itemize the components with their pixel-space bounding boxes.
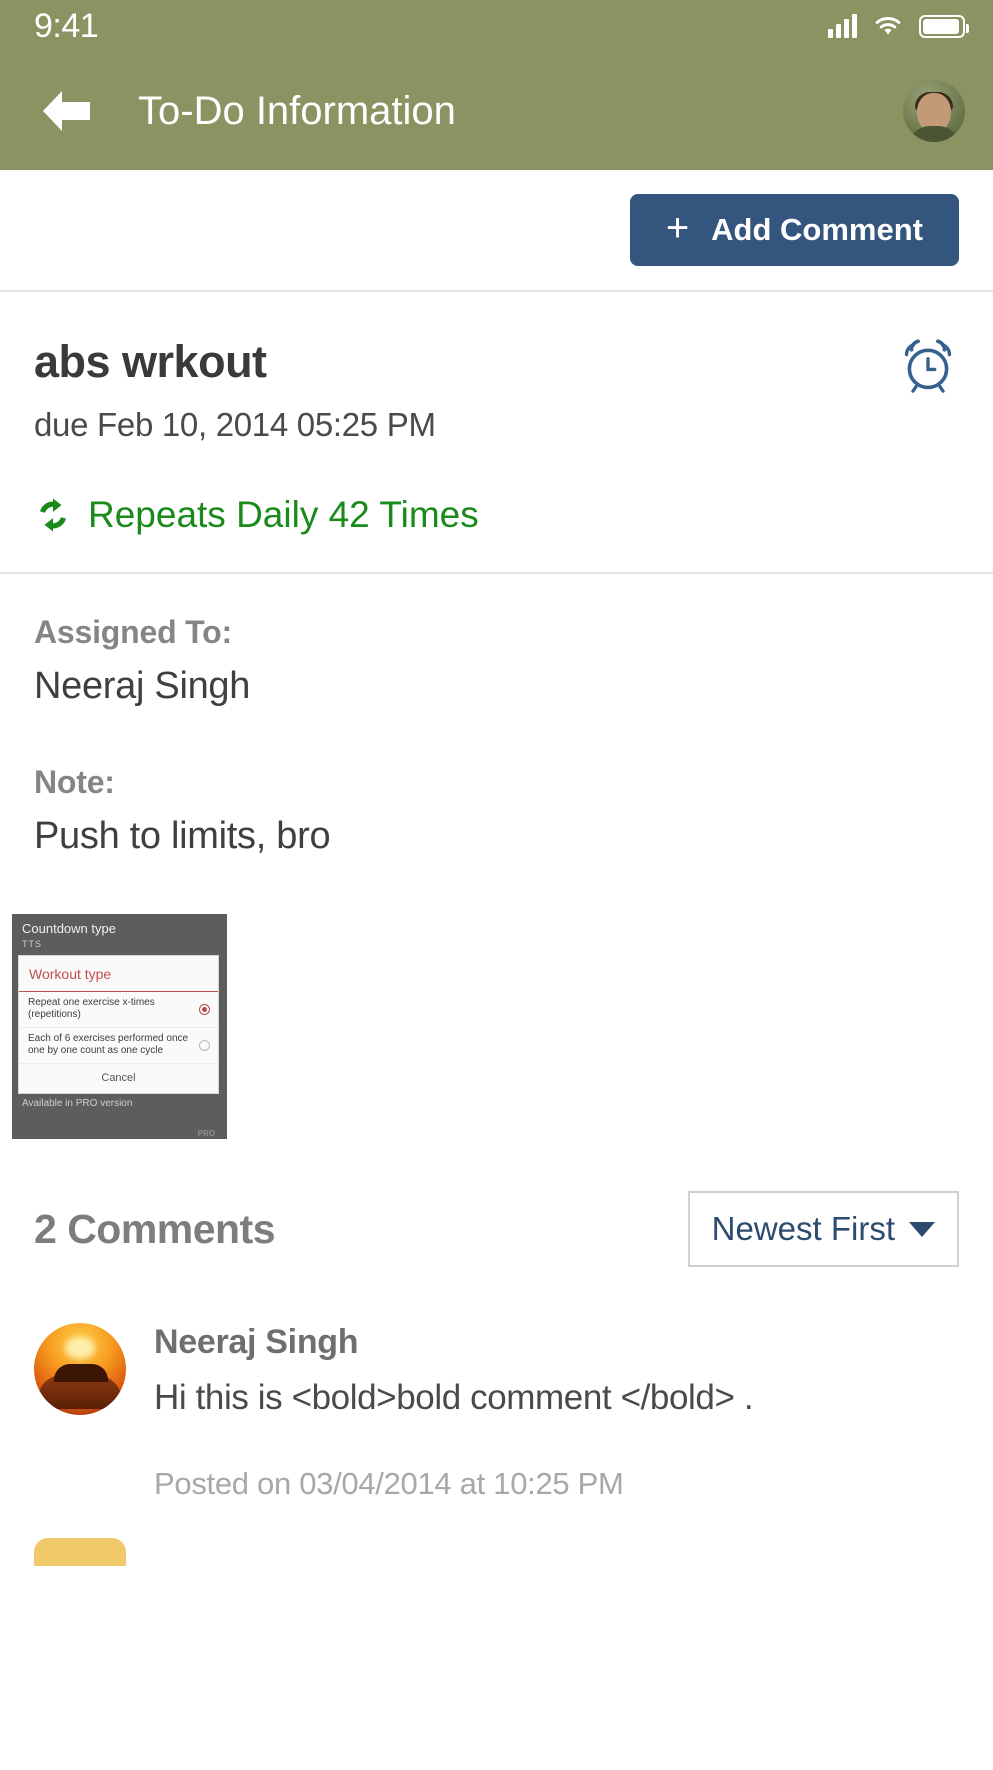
status-bar: 9:41	[0, 0, 993, 52]
task-title: abs wrkout	[34, 336, 267, 387]
comment-author: Neeraj Singh	[154, 1323, 359, 1361]
status-icons	[828, 14, 969, 38]
comments-sort-label: Newest First	[711, 1210, 895, 1247]
comments-header: 2 Comments Newest First	[0, 1139, 993, 1267]
repeat-icon	[40, 498, 66, 532]
assigned-to-field: Assigned To: Neeraj Singh	[34, 614, 959, 708]
note-value: Push to limits, bro	[34, 815, 331, 857]
attachment-header: Countdown type TTS	[12, 914, 227, 953]
comment-text: Hi this is <bold>bold comment </bold> .	[154, 1378, 754, 1417]
add-comment-row: + Add Comment	[0, 170, 993, 292]
next-comment-avatar-partial	[34, 1538, 126, 1566]
task-summary: abs wrkout due Feb 10, 2014 05:25 PM Rep…	[0, 292, 993, 574]
comment-timestamp: Posted on 03/04/2014 at 10:25 PM	[154, 1466, 624, 1501]
wifi-icon	[875, 17, 901, 35]
task-details: Assigned To: Neeraj Singh Note: Push to …	[0, 574, 993, 858]
assigned-to-label: Assigned To:	[34, 614, 232, 650]
attachment-footer-note: Available in PRO version	[22, 1097, 133, 1109]
comment-avatar[interactable]	[34, 1323, 126, 1415]
attachment-header-sub: TTS	[22, 938, 42, 949]
task-due-date: due Feb 10, 2014 05:25 PM	[34, 406, 436, 443]
note-field: Note: Push to limits, bro	[34, 764, 959, 858]
attachment-dialog-title: Workout type	[19, 956, 218, 992]
comment-body: Neeraj Singh Hi this is <bold>bold comme…	[154, 1323, 959, 1502]
assigned-to-value: Neeraj Singh	[34, 665, 251, 707]
attachment-pro-badge: PRO	[197, 1129, 215, 1138]
next-comment-partial	[0, 1538, 993, 1566]
add-comment-button[interactable]: + Add Comment	[629, 194, 959, 266]
attachment-header-title: Countdown type	[22, 921, 116, 936]
attachment-option-label: Repeat one exercise x-times (repetitions…	[28, 996, 155, 1021]
status-time: 9:41	[34, 7, 99, 45]
avatar[interactable]	[903, 80, 965, 142]
comments-sort-dropdown[interactable]: Newest First	[687, 1191, 959, 1267]
attachment-dialog: Workout type Repeat one exercise x-times…	[18, 954, 219, 1094]
task-repeat-row: Repeats Daily 42 Times	[34, 494, 959, 536]
attachment-thumbnail[interactable]: Countdown type TTS Workout type Repeat o…	[12, 914, 227, 1139]
plus-icon: +	[665, 206, 690, 250]
page-title: To-Do Information	[138, 88, 456, 133]
task-repeat-label: Repeats Daily 42 Times	[88, 494, 479, 535]
cellular-signal-icon	[828, 14, 857, 38]
attachment-option: Repeat one exercise x-times (repetitions…	[19, 992, 218, 1028]
comment-item: Neeraj Singh Hi this is <bold>bold comme…	[0, 1267, 993, 1502]
battery-icon	[919, 14, 969, 38]
comments-count: 2 Comments	[34, 1205, 276, 1252]
add-comment-label: Add Comment	[711, 212, 923, 247]
app-bar: To-Do Information	[0, 52, 993, 170]
chevron-down-icon	[909, 1221, 935, 1237]
radio-selected-icon	[199, 1003, 210, 1015]
attachment-option: Each of 6 exercises performed once one b…	[19, 1028, 218, 1064]
attachment-option-label: Each of 6 exercises performed once one b…	[28, 1032, 189, 1057]
note-label: Note:	[34, 764, 115, 800]
radio-unselected-icon	[199, 1039, 210, 1051]
todo-information-screen: 9:41 To-Do Information + Add Comment abs…	[0, 0, 993, 1770]
back-arrow-icon[interactable]	[34, 79, 98, 143]
alarm-clock-icon[interactable]	[897, 334, 959, 396]
attachment-cancel-label: Cancel	[101, 1071, 136, 1084]
